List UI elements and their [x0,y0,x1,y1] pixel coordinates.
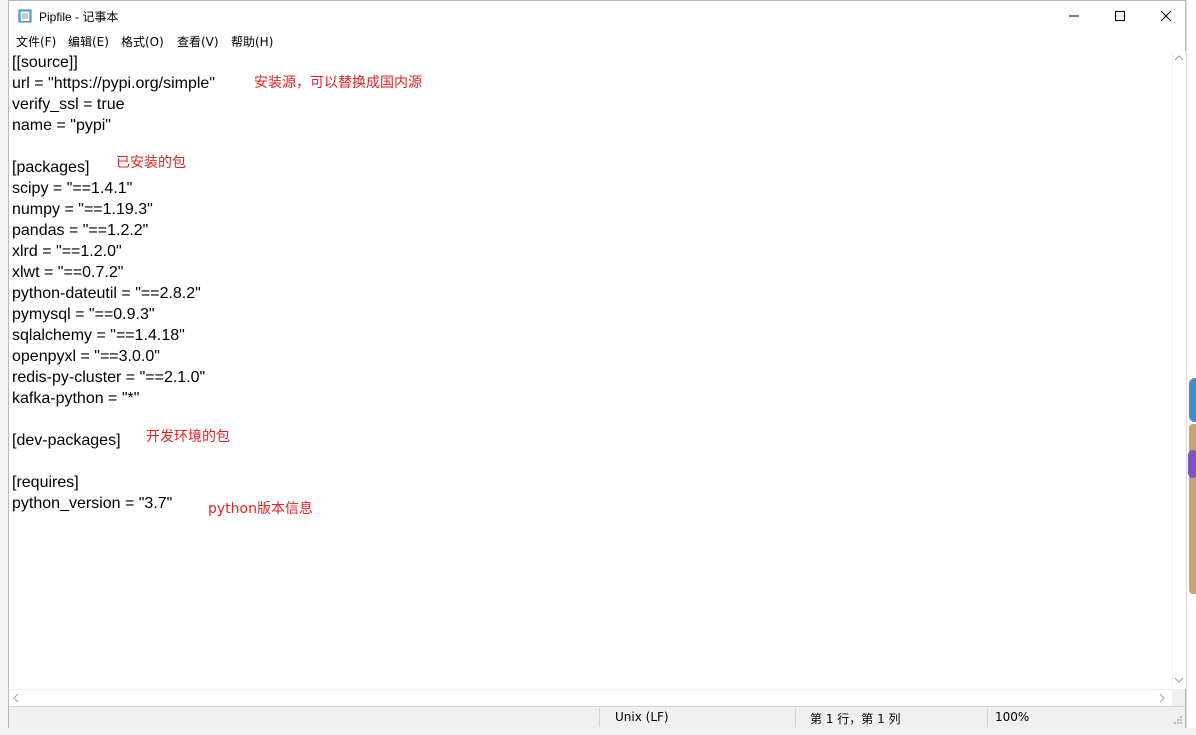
code-line: sqlalchemy = "==1.4.18" [12,327,185,344]
code-line: xlwt = "==0.7.2" [12,264,124,281]
background-window-edge-right [1186,0,1196,735]
status-divider [987,708,988,727]
code-line: name = "pypi" [12,117,111,134]
code-line: pymysql = "==0.9.3" [12,306,155,323]
code-line: kafka-python = "*" [12,390,140,407]
code-line: xlrd = "==1.2.0" [12,243,122,260]
status-cursor-position: 第 1 行，第 1 列 [810,712,901,726]
code-line: url = "https://pypi.org/simple" [12,75,215,92]
status-zoom: 100% [995,710,1030,724]
background-image-fragment [1189,378,1196,422]
background-taskbar-edge [0,728,1196,735]
code-line: [dev-packages] [12,432,121,449]
window-title: Pipfile - 记事本 [39,10,119,24]
code-line: redis-py-cluster = "==2.1.0" [12,369,206,386]
status-divider [599,708,600,727]
scroll-up-icon[interactable] [1175,55,1183,61]
code-line: [packages] [12,159,90,176]
code-line: [[source]] [12,54,78,71]
minimize-icon [1069,15,1079,17]
annotation-requires: python版本信息 [208,501,313,517]
maximize-button[interactable] [1097,1,1143,31]
title-bar[interactable]: Pipfile - 记事本 [9,1,1185,31]
code-line: pandas = "==1.2.2" [12,222,149,239]
vertical-scrollbar[interactable] [1172,51,1186,689]
menu-bar: 文件(F) 编辑(E) 格式(O) 查看(V) 帮助(H) [9,31,1185,51]
scroll-down-icon[interactable] [1175,677,1183,683]
code-line: scipy = "==1.4.1" [12,180,133,197]
minimize-button[interactable] [1051,1,1097,31]
scrollbar-corner [1172,689,1185,706]
text-editor-area[interactable]: [[source]] url = "https://pypi.org/simpl… [9,51,1172,689]
background-image-fragment [1188,450,1196,478]
status-bar: Unix (LF) 第 1 行，第 1 列 100% [9,706,1185,728]
horizontal-scrollbar[interactable] [9,689,1172,707]
close-button[interactable] [1143,1,1189,31]
code-line: openpyxl = "==3.0.0" [12,348,160,365]
code-line: python_version = "3.7" [12,495,173,512]
scroll-right-icon[interactable] [1159,694,1165,702]
notepad-window: Pipfile - 记事本 文件(F) 编辑(E) 格式(O) 查看(V) 帮助… [8,0,1186,728]
menu-view[interactable]: 查看(V) [174,33,222,50]
code-line: [requires] [12,474,79,491]
code-line: verify_ssl = true [12,96,125,113]
menu-edit[interactable]: 编辑(E) [65,33,112,50]
menu-file[interactable]: 文件(F) [13,33,59,50]
background-window-edge [0,0,8,735]
code-line: python-dateutil = "==2.8.2" [12,285,201,302]
menu-format[interactable]: 格式(O) [118,33,167,50]
maximize-icon [1115,11,1125,21]
annotation-packages: 已安装的包 [116,155,186,171]
annotation-dev-packages: 开发环境的包 [146,429,230,445]
scroll-left-icon[interactable] [13,694,19,702]
menu-help[interactable]: 帮助(H) [228,33,276,50]
code-line: numpy = "==1.19.3" [12,201,153,218]
annotation-source: 安装源，可以替换成国内源 [254,75,422,91]
resize-grip-icon[interactable] [1173,715,1183,725]
status-divider [795,708,796,727]
close-icon [1161,11,1171,21]
status-line-ending: Unix (LF) [615,710,669,724]
notepad-icon [18,9,32,23]
